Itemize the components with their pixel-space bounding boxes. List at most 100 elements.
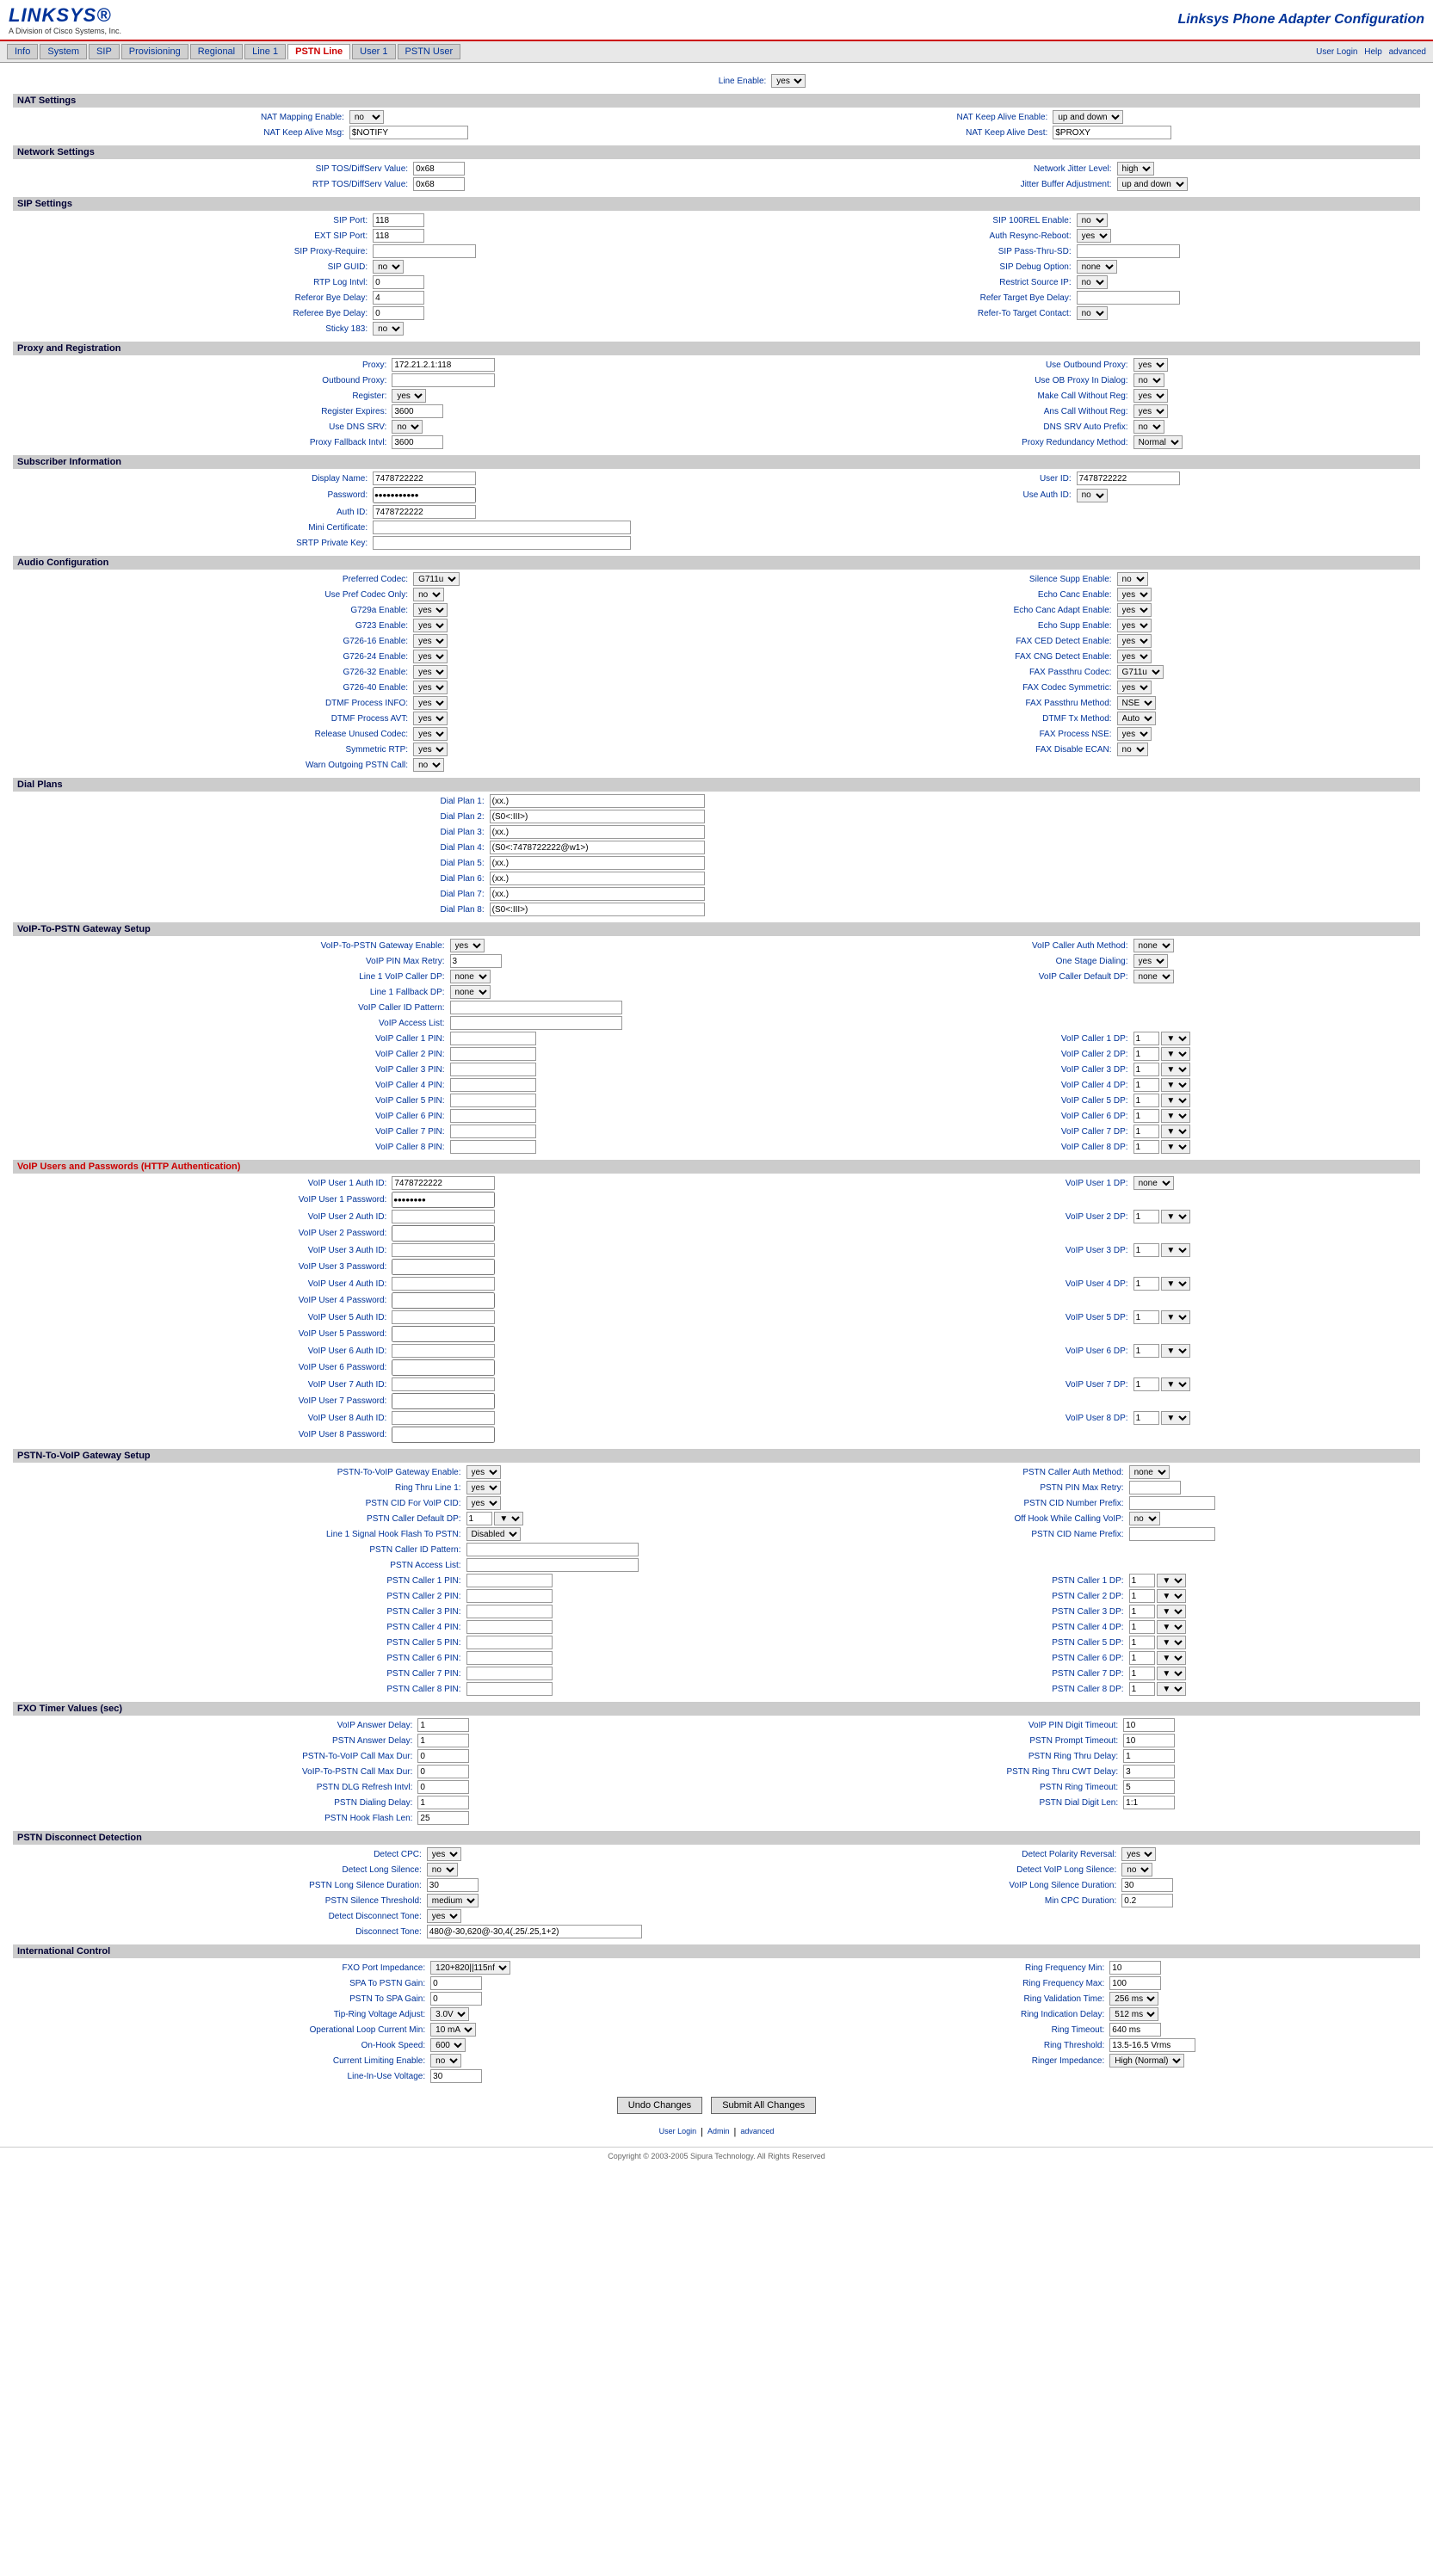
srtp-private-key-input[interactable]	[373, 536, 631, 550]
voip-caller-8-pin-input[interactable]	[450, 1140, 536, 1154]
pstn-caller-default-dp-select[interactable]: ▼	[494, 1512, 523, 1525]
voip-user7-dp-select[interactable]: ▼	[1161, 1377, 1190, 1391]
tab-system[interactable]: System	[40, 44, 87, 59]
voip-caller-5-pin-input[interactable]	[450, 1094, 536, 1107]
one-stage-dialing-select[interactable]: yes	[1133, 954, 1168, 968]
voip-user4-dp-input[interactable]	[1133, 1277, 1159, 1291]
ringer-impedance-select[interactable]: High (Normal)	[1109, 2054, 1184, 2068]
tip-ring-voltage-select[interactable]: 3.0V	[430, 2007, 469, 2021]
release-unused-select[interactable]: yes	[413, 727, 448, 741]
voip-pin-digit-timeout-input[interactable]	[1123, 1718, 1175, 1732]
pstn-caller-1-pin-input[interactable]	[466, 1574, 553, 1587]
pstn-caller-id-pattern-input[interactable]	[466, 1543, 639, 1556]
tab-user1[interactable]: User 1	[352, 44, 395, 59]
submit-all-changes-button[interactable]: Submit All Changes	[711, 2097, 816, 2114]
voip-caller-8-dp-input[interactable]	[1133, 1140, 1159, 1154]
sticky-183-select[interactable]: no	[373, 322, 404, 336]
pstn-cid-name-prefix-input[interactable]	[1129, 1527, 1215, 1541]
voip-user4-pw-input[interactable]	[392, 1292, 495, 1309]
pstn-prompt-timeout-input[interactable]	[1123, 1734, 1175, 1747]
pstn-cid-voip-select[interactable]: yes	[466, 1496, 501, 1510]
use-pref-codec-select[interactable]: no	[413, 588, 444, 601]
tab-line1[interactable]: Line 1	[244, 44, 286, 59]
pstn-dial-digit-len-input[interactable]	[1123, 1796, 1175, 1809]
g726-24-select[interactable]: yes	[413, 650, 448, 663]
rtp-tos-input[interactable]	[413, 177, 465, 191]
voip-caller-3-dp-select[interactable]: ▼	[1161, 1063, 1190, 1076]
pstn-caller-3-pin-input[interactable]	[466, 1605, 553, 1618]
voip-user3-auth-input[interactable]	[392, 1243, 495, 1257]
use-outbound-proxy-select[interactable]: yes	[1133, 358, 1168, 372]
ans-call-without-reg-select[interactable]: yes	[1133, 404, 1168, 418]
voip-pstn-enable-select[interactable]: yes	[450, 939, 485, 952]
nat-keep-alive-select[interactable]: up and down	[1053, 110, 1123, 124]
pstn-caller-4-dp-select[interactable]: ▼	[1157, 1620, 1186, 1634]
detect-voip-long-silence-select[interactable]: no	[1121, 1863, 1152, 1877]
nat-keep-alive-msg-input[interactable]	[349, 126, 468, 139]
warn-outgoing-select[interactable]: no	[413, 758, 444, 772]
footer-user-login-link[interactable]: User Login	[659, 2127, 697, 2137]
outbound-proxy-input[interactable]	[392, 373, 495, 387]
voip-user3-pw-input[interactable]	[392, 1259, 495, 1275]
voip-user4-dp-select[interactable]: ▼	[1161, 1277, 1190, 1291]
preferred-codec-select[interactable]: G711u	[413, 572, 460, 586]
voip-caller-1-dp-input[interactable]	[1133, 1032, 1159, 1045]
line1-voip-caller-dp-select[interactable]: none	[450, 970, 491, 983]
off-hook-calling-voip-select[interactable]: no	[1129, 1512, 1160, 1525]
detect-polarity-select[interactable]: yes	[1121, 1847, 1156, 1861]
ring-threshold-input[interactable]	[1109, 2038, 1195, 2052]
voip-user3-dp-select[interactable]: ▼	[1161, 1243, 1190, 1257]
voip-user7-pw-input[interactable]	[392, 1393, 495, 1409]
ext-sip-port-input[interactable]	[373, 229, 424, 243]
pstn-caller-8-pin-input[interactable]	[466, 1682, 553, 1696]
use-auth-id-select[interactable]: no	[1077, 489, 1108, 502]
fax-disable-ecan-select[interactable]: no	[1117, 743, 1148, 756]
voip-user7-dp-input[interactable]	[1133, 1377, 1159, 1391]
voip-user6-auth-input[interactable]	[392, 1344, 495, 1358]
display-name-input[interactable]	[373, 471, 476, 485]
help-link[interactable]: Help	[1364, 47, 1382, 57]
loop-current-min-select[interactable]: 10 mA	[430, 2023, 476, 2037]
voip-caller-6-dp-input[interactable]	[1133, 1109, 1159, 1123]
pstn-silence-threshold-select[interactable]: medium	[427, 1894, 479, 1907]
voip-user4-auth-input[interactable]	[392, 1277, 495, 1291]
pstn-caller-6-dp-select[interactable]: ▼	[1157, 1651, 1186, 1665]
restrict-source-select[interactable]: no	[1077, 275, 1108, 289]
voip-user3-dp-input[interactable]	[1133, 1243, 1159, 1257]
on-hook-speed-select[interactable]: 600	[430, 2038, 466, 2052]
jitter-buffer-select[interactable]: up and down	[1117, 177, 1188, 191]
detect-cpc-select[interactable]: yes	[427, 1847, 461, 1861]
dial-plan-8-input[interactable]	[490, 903, 705, 916]
dial-plan-3-input[interactable]	[490, 825, 705, 839]
signal-hook-flash-select[interactable]: Disabled	[466, 1527, 521, 1541]
pstn-ring-thru-cwt-input[interactable]	[1123, 1765, 1175, 1778]
footer-admin-link[interactable]: Admin	[707, 2127, 730, 2137]
dtmf-avt-select[interactable]: yes	[413, 712, 448, 725]
network-jitter-select[interactable]: high	[1117, 162, 1154, 176]
dial-plan-5-input[interactable]	[490, 856, 705, 870]
voip-user1-dp-select[interactable]: none	[1133, 1176, 1174, 1190]
sip-debug-select[interactable]: none	[1077, 260, 1117, 274]
voip-caller-7-dp-select[interactable]: ▼	[1161, 1125, 1190, 1138]
proxy-redundancy-select[interactable]: Normal	[1133, 435, 1183, 449]
pstn-caller-2-dp-input[interactable]	[1129, 1589, 1155, 1603]
pstn-voip-max-dur-input[interactable]	[417, 1749, 469, 1763]
dtmf-info-select[interactable]: yes	[413, 696, 448, 710]
g726-40-select[interactable]: yes	[413, 681, 448, 694]
pstn-caller-1-dp-select[interactable]: ▼	[1157, 1574, 1186, 1587]
detect-long-silence-select[interactable]: no	[427, 1863, 458, 1877]
nat-mapping-select[interactable]: noyes	[349, 110, 384, 124]
voip-pin-max-retry-input[interactable]	[450, 954, 502, 968]
proxy-fallback-input[interactable]	[392, 435, 443, 449]
voip-caller-5-dp-select[interactable]: ▼	[1161, 1094, 1190, 1107]
dial-plan-4-input[interactable]	[490, 841, 705, 854]
tab-pstn-line[interactable]: PSTN Line	[287, 44, 350, 59]
refer-to-target-select[interactable]: no	[1077, 306, 1108, 320]
auth-resync-select[interactable]: yes	[1077, 229, 1111, 243]
tab-sip[interactable]: SIP	[89, 44, 120, 59]
voip-user6-pw-input[interactable]	[392, 1359, 495, 1376]
auth-id-input[interactable]	[373, 505, 476, 519]
pstn-caller-1-dp-input[interactable]	[1129, 1574, 1155, 1587]
pstn-pin-max-retry-input[interactable]	[1129, 1481, 1181, 1494]
g726-16-select[interactable]: yes	[413, 634, 448, 648]
